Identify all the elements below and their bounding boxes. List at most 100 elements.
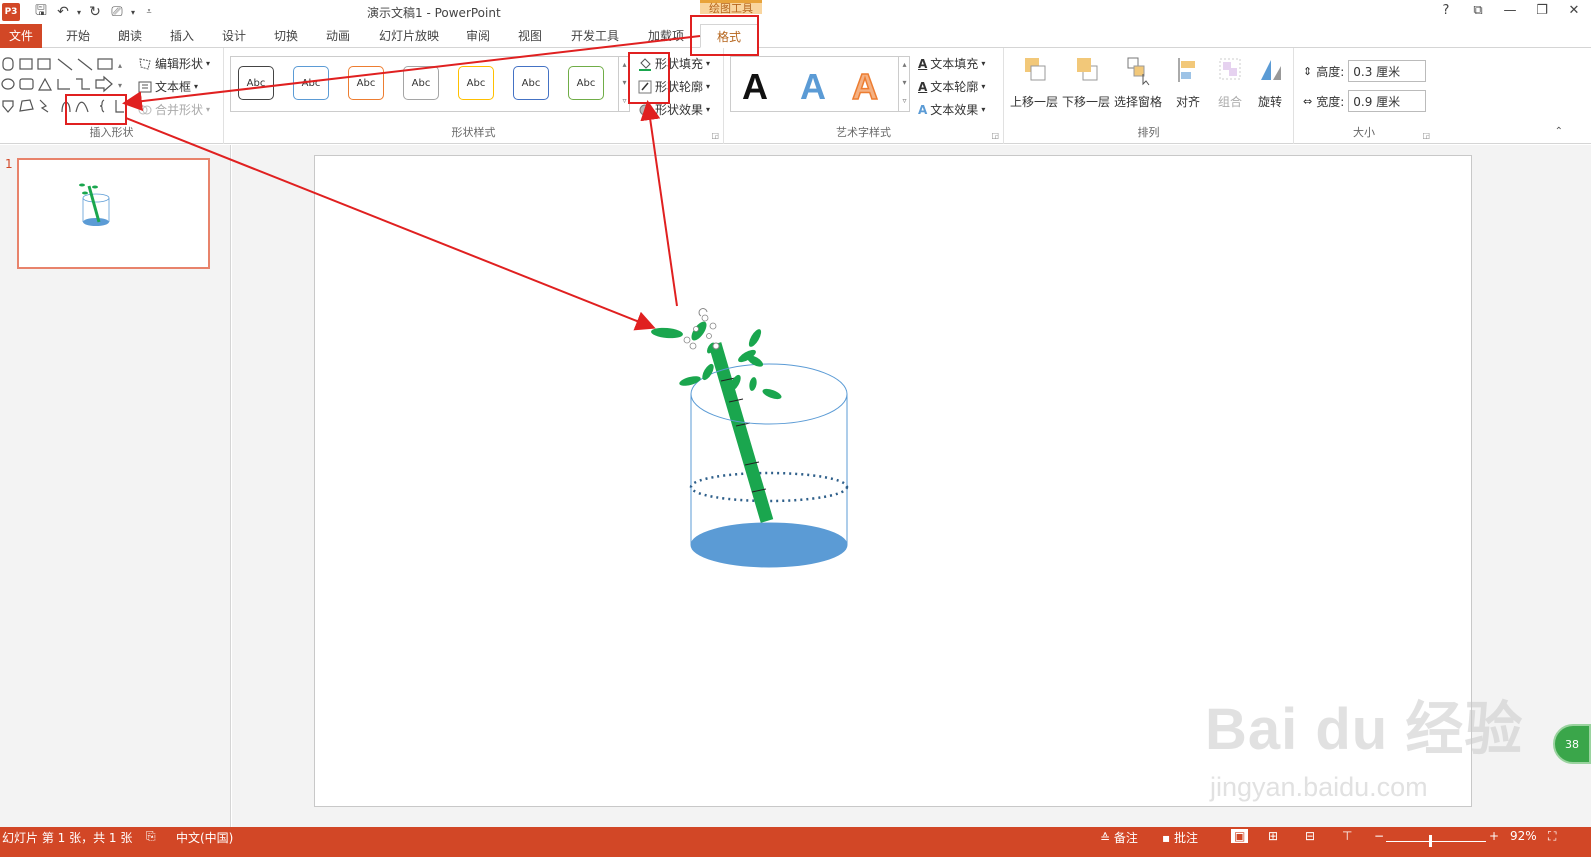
bamboo-stalk[interactable]	[708, 342, 774, 523]
title-bar: P3 🖫 ↶ ▾ ↻ ⎚ ▾ ⩡ 演示文稿1 - PowerPoint 绘图工具…	[0, 0, 1591, 24]
width-input[interactable]	[1348, 90, 1427, 112]
merge-shapes-button[interactable]: 合并形状 ▾	[138, 101, 210, 118]
shape-effects-button[interactable]: 形状效果 ▾	[638, 101, 710, 118]
tab-developer[interactable]: 开发工具	[562, 24, 628, 48]
tab-insert[interactable]: 插入	[160, 24, 204, 48]
text-effects-button[interactable]: A 文本效果 ▾	[918, 101, 985, 118]
comments-label: 批注	[1173, 831, 1198, 845]
thumbnail-preview	[79, 183, 110, 226]
shape-style-preset[interactable]: Abc	[513, 66, 549, 100]
text-box-button[interactable]: 文本框 ▾	[138, 78, 198, 95]
tab-design[interactable]: 设计	[212, 24, 256, 48]
group-label-shape-styles: 形状样式	[451, 126, 496, 139]
rotate-button[interactable]: 旋转	[1244, 56, 1296, 110]
wordart-preset-black[interactable]: A	[742, 66, 768, 108]
undo-icon[interactable]: ↶	[52, 2, 74, 22]
shape-style-preset[interactable]: Abc	[403, 66, 439, 100]
height-input[interactable]	[1348, 60, 1427, 82]
water-level-dotted-ring[interactable]	[689, 471, 849, 503]
notes-button[interactable]: ≙ 备注	[1100, 829, 1138, 846]
selection-pane-icon	[1127, 57, 1150, 86]
baidu-watermark: Bai du 经验	[1205, 697, 1524, 762]
shape-styles-dialog-launcher-icon[interactable]: ◲	[711, 131, 719, 140]
group-icon	[1219, 58, 1241, 80]
size-dialog-launcher-icon[interactable]: ◲	[1422, 131, 1430, 140]
collapse-ribbon-icon[interactable]: ⌃	[1555, 126, 1563, 137]
close-icon[interactable]: ✕	[1567, 3, 1581, 18]
save-icon[interactable]: 🖫	[30, 2, 52, 22]
shape-style-preset[interactable]: Abc	[348, 66, 384, 100]
height-row: ⇕ 高度:	[1303, 60, 1427, 82]
tab-review[interactable]: 审阅	[456, 24, 500, 48]
shape-style-preset[interactable]: Abc	[458, 66, 494, 100]
wordart-scroll[interactable]: ▴ ▾ ▿	[898, 56, 910, 112]
zoom-slider[interactable]	[1386, 841, 1486, 842]
shape-effects-label: 形状效果	[655, 103, 704, 117]
send-backward-button[interactable]: 下移一层	[1060, 56, 1112, 110]
text-outline-button[interactable]: A 文本轮廓 ▾	[918, 78, 985, 95]
text-effects-label: 文本效果	[930, 103, 979, 117]
group-arrange: 上移一层 下移一层 选择窗格 对齐 组合 旋转 排列	[1004, 48, 1294, 144]
restore-icon[interactable]: ❐	[1535, 3, 1549, 18]
zoom-out-icon[interactable]: −	[1374, 829, 1384, 843]
floating-badge[interactable]: 38	[1553, 724, 1591, 764]
tab-read-aloud[interactable]: 朗读	[108, 24, 152, 48]
selection-pane-button[interactable]: 选择窗格	[1112, 56, 1164, 110]
window-title: 演示文稿1 - PowerPoint	[367, 6, 501, 20]
tab-slideshow[interactable]: 幻灯片放映	[370, 24, 448, 48]
edit-shape-button[interactable]: 编辑形状 ▾	[138, 55, 210, 72]
slide-thumbnail[interactable]	[17, 158, 210, 269]
ribbon-display-icon[interactable]: ⧉	[1471, 3, 1485, 18]
shape-style-preset[interactable]: Abc	[293, 66, 329, 100]
reading-view-icon[interactable]: ⊟	[1305, 829, 1315, 843]
align-icon	[1178, 58, 1195, 82]
shape-outline-button[interactable]: 形状轮廓 ▾	[638, 78, 710, 95]
shape-gallery[interactable]: ▴▾	[0, 54, 130, 118]
text-box-icon	[138, 81, 152, 92]
text-box-label: 文本框	[155, 80, 192, 94]
slide-sorter-view-icon[interactable]: ⊞	[1268, 829, 1278, 843]
send-backward-label: 下移一层	[1061, 95, 1110, 109]
minimize-icon[interactable]: —	[1503, 3, 1517, 18]
quick-access-toolbar: P3 🖫 ↶ ▾ ↻ ⎚ ▾ ⩡	[2, 2, 160, 22]
group-insert-shapes: ▴ ▾ 编辑形状 ▾ 文本框 ▾ 合并形状 ▾ 插入形状	[0, 48, 224, 144]
wordart-preset-orange[interactable]: A	[851, 65, 879, 108]
group-label-size: 大小	[1353, 126, 1375, 139]
redo-icon[interactable]: ↻	[84, 2, 106, 22]
slideshow-view-icon[interactable]: ⊤	[1342, 829, 1352, 843]
status-bar: 幻灯片 第 1 张，共 1 张 ⎘ 中文(中国) ≙ 备注 ▪ 批注 ▣ ⊞ ⊟…	[0, 827, 1591, 857]
slideshow-start-icon[interactable]: ⎚	[106, 2, 128, 22]
slideshow-dropdown-icon[interactable]: ▾	[128, 2, 138, 22]
wordart-dialog-launcher-icon[interactable]: ◲	[991, 131, 999, 140]
shape-style-scroll[interactable]: ▴ ▾ ▿	[618, 56, 630, 112]
tab-animations[interactable]: 动画	[316, 24, 360, 48]
customize-toolbar-icon[interactable]: ⩡	[138, 2, 160, 22]
height-label: 高度:	[1316, 64, 1345, 79]
zoom-level[interactable]: 92%	[1510, 829, 1537, 843]
fit-to-window-icon[interactable]: ⛶	[1548, 829, 1556, 844]
bring-forward-button[interactable]: 上移一层	[1008, 56, 1060, 110]
pencil-icon	[638, 80, 652, 93]
normal-view-icon[interactable]: ▣	[1231, 829, 1249, 843]
text-fill-button[interactable]: A 文本填充 ▾	[918, 55, 985, 72]
powerpoint-logo-icon: P3	[2, 3, 20, 21]
tab-file[interactable]: 文件	[0, 24, 42, 48]
water-ellipse[interactable]	[690, 522, 848, 568]
help-icon[interactable]: ?	[1439, 3, 1453, 18]
language-status[interactable]: 中文(中国)	[176, 829, 233, 846]
tab-format[interactable]: 格式	[700, 24, 758, 48]
wordart-preset-blue[interactable]: A	[800, 66, 826, 108]
comments-button[interactable]: ▪ 批注	[1162, 829, 1198, 846]
zoom-slider-thumb[interactable]	[1429, 835, 1432, 847]
shape-fill-button[interactable]: 形状填充 ▾	[638, 55, 710, 72]
shape-style-preset[interactable]: Abc	[568, 66, 604, 100]
tab-home[interactable]: 开始	[56, 24, 100, 48]
shape-style-preset[interactable]: Abc	[238, 66, 274, 100]
group-label-insert-shapes: 插入形状	[89, 126, 134, 139]
tab-addins[interactable]: 加载项	[638, 24, 694, 48]
tab-transitions[interactable]: 切换	[264, 24, 308, 48]
spell-check-icon[interactable]: ⎘	[146, 829, 156, 844]
undo-dropdown-icon[interactable]: ▾	[74, 2, 84, 22]
tab-view[interactable]: 视图	[508, 24, 552, 48]
zoom-in-icon[interactable]: +	[1489, 829, 1499, 843]
